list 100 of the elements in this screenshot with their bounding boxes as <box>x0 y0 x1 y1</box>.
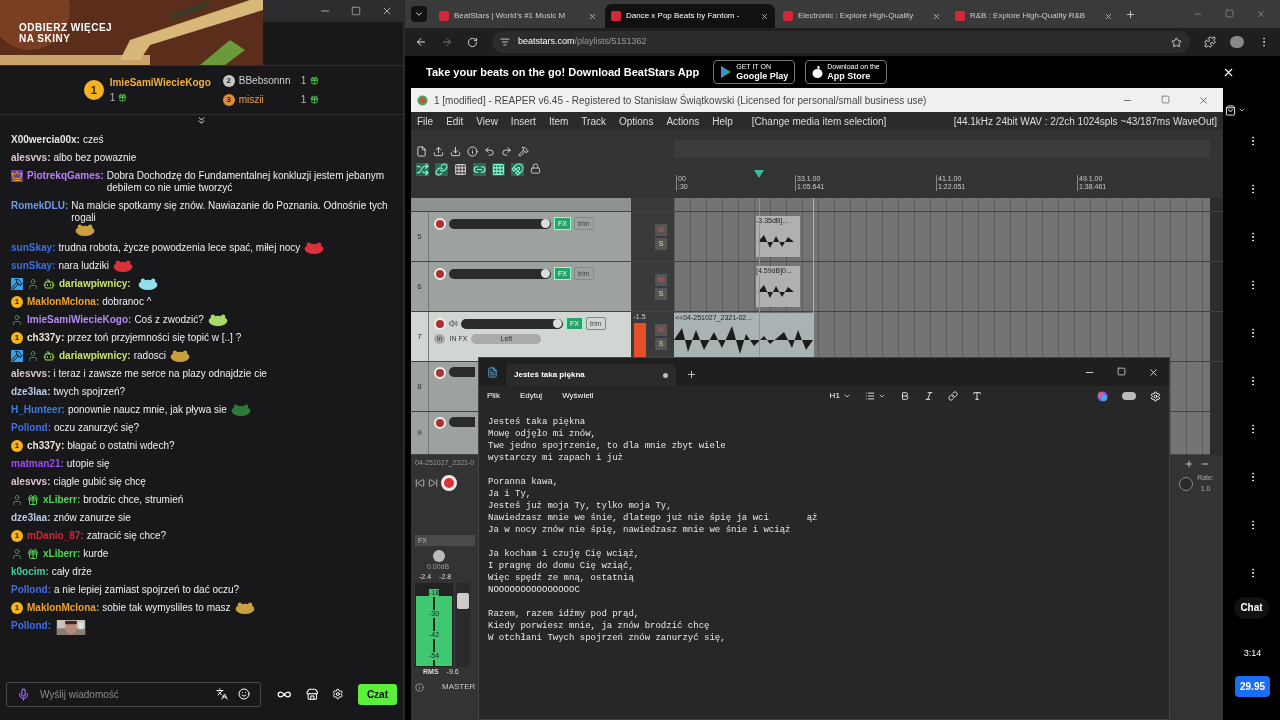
new-file-icon[interactable] <box>416 146 427 157</box>
chat-button[interactable]: Czat <box>357 683 397 705</box>
undo-icon[interactable] <box>484 146 495 157</box>
close-tab-icon[interactable] <box>1104 11 1113 21</box>
volume-fader[interactable] <box>456 582 470 667</box>
tab-search-button[interactable] <box>411 6 427 22</box>
rank-badge: 2 <box>222 74 235 87</box>
tier-badge: 1 <box>11 332 23 344</box>
next-button[interactable] <box>428 477 438 488</box>
link-icon[interactable] <box>947 391 958 401</box>
caret-icon <box>1238 106 1246 114</box>
link-icon[interactable] <box>435 163 448 176</box>
close-button[interactable] <box>1148 366 1159 378</box>
reload-button[interactable] <box>467 36 478 48</box>
microphone-icon <box>17 687 30 701</box>
volume-slider[interactable] <box>461 318 563 329</box>
volume-slider[interactable] <box>449 268 551 279</box>
text-format-icon[interactable] <box>971 391 982 401</box>
chat-button[interactable]: Chat <box>1234 597 1269 619</box>
price-button[interactable]: 29.95 <box>1235 675 1270 697</box>
browser-tab[interactable]: BeatStars | World's #1 Music M <box>433 4 603 28</box>
menu-item[interactable]: Options <box>618 113 654 129</box>
translate-icon[interactable] <box>216 688 229 700</box>
close-button[interactable] <box>381 5 393 17</box>
grid-icon[interactable] <box>454 163 467 176</box>
bold-icon[interactable] <box>899 391 910 401</box>
chat-message-text: Dobra Dochodzę do Fundamentalnej konkluzji jestem jebanym debilem co nie umie tworzyć <box>106 170 386 194</box>
record-button[interactable] <box>441 474 457 491</box>
settings-icon[interactable] <box>332 688 344 700</box>
record-arm-button[interactable] <box>434 267 446 280</box>
bookmark-icon[interactable] <box>1171 36 1182 48</box>
settings-icon[interactable] <box>1150 390 1161 402</box>
record-arm-button[interactable] <box>434 367 446 379</box>
text-line: wystarczy mi zapach i już <box>488 452 624 464</box>
browser-tab[interactable]: Dance x Pop Beats by Fantom - <box>605 4 775 28</box>
close-tab-icon[interactable] <box>760 11 769 21</box>
heading-dropdown[interactable]: H1 <box>829 390 851 402</box>
menu-item[interactable]: View <box>476 113 498 129</box>
pan-knob[interactable] <box>433 549 445 562</box>
grid-icon[interactable] <box>492 163 505 176</box>
chat-username: MaklonMclona: <box>27 296 100 308</box>
browser-tab[interactable]: R&B : Explore High-Quality R&B <box>949 4 1119 28</box>
play-icon <box>720 66 733 78</box>
list-dropdown[interactable] <box>864 391 886 401</box>
menu-item[interactable]: Actions <box>666 113 700 129</box>
record-arm-button[interactable] <box>434 217 446 230</box>
zoom-in-icon[interactable] <box>1183 459 1194 469</box>
new-tab-button[interactable] <box>686 369 697 380</box>
text-line: Jesteś taka piękna <box>488 416 586 428</box>
menu-item[interactable]: Track <box>581 113 606 129</box>
menu-item[interactable]: File <box>417 113 434 129</box>
chat-username: ch337y: <box>27 332 65 344</box>
message-box[interactable]: Wyślij wiadomość <box>6 681 262 707</box>
menu-item[interactable]: Edit <box>446 113 464 129</box>
favicon-icon <box>783 11 793 21</box>
upload-icon[interactable] <box>433 146 444 157</box>
menu-item[interactable]: Insert <box>510 113 536 129</box>
volume-slider[interactable] <box>449 367 475 377</box>
chat-username: Pollond: <box>11 584 51 596</box>
chat-message-text: błagać o ostatni wdech? <box>67 440 175 452</box>
copilot-icon[interactable] <box>1097 390 1108 402</box>
profile-icon[interactable] <box>1230 36 1244 48</box>
document-tab[interactable]: Jesteś taka piękna <box>506 364 676 386</box>
info-icon[interactable] <box>415 682 424 692</box>
download-icon[interactable] <box>450 146 461 157</box>
maximize-button[interactable] <box>351 6 361 16</box>
browser-tab[interactable]: Electronic : Explore High-Quality <box>777 4 947 28</box>
extensions-icon[interactable] <box>1204 36 1216 48</box>
address-bar[interactable]: beatstars.com/playlists/5151362 <box>492 31 1190 53</box>
volume-slider[interactable] <box>449 417 475 427</box>
chat-message-text: przez toń przyjemności się topić w [..] ? <box>67 332 242 344</box>
figure-icon <box>11 314 23 326</box>
menu-item[interactable]: Item <box>548 113 569 129</box>
bag-icon[interactable] <box>1225 104 1236 116</box>
previous-button[interactable] <box>415 477 425 488</box>
emoji-icon[interactable] <box>238 688 251 700</box>
close-tab-icon[interactable] <box>588 11 597 21</box>
redo-icon[interactable] <box>501 146 512 157</box>
lock-icon[interactable] <box>530 163 541 174</box>
record-arm-button[interactable] <box>434 317 446 330</box>
caret-icon <box>842 392 851 400</box>
menu-item[interactable]: Plik <box>487 390 500 402</box>
message-input[interactable]: Wyślij wiadomość <box>40 686 207 702</box>
italic-icon[interactable] <box>923 391 934 401</box>
leader-name: ImieSamiWiecieKogo <box>109 76 211 90</box>
store-icon[interactable] <box>305 687 319 701</box>
chat-message-text: utopie się <box>66 458 110 470</box>
track-number: 6 <box>417 280 422 293</box>
collapse-icon[interactable] <box>196 115 207 126</box>
menu-item[interactable]: Wyświetl <box>562 390 594 402</box>
new-tab-button[interactable] <box>1125 8 1136 20</box>
rate-knob[interactable] <box>1179 476 1194 491</box>
chat-message-text: i teraz i zawsze me serce na plazy odnajdzie cie <box>53 368 267 380</box>
record-arm-button[interactable] <box>434 417 446 429</box>
volume-slider[interactable] <box>449 218 551 229</box>
menu-item[interactable]: Help <box>712 113 733 129</box>
avatar-icon[interactable] <box>1122 392 1136 400</box>
close-tab-icon[interactable] <box>932 11 941 21</box>
back-button[interactable] <box>415 36 427 48</box>
menu-item[interactable]: Edytuj <box>519 390 543 402</box>
